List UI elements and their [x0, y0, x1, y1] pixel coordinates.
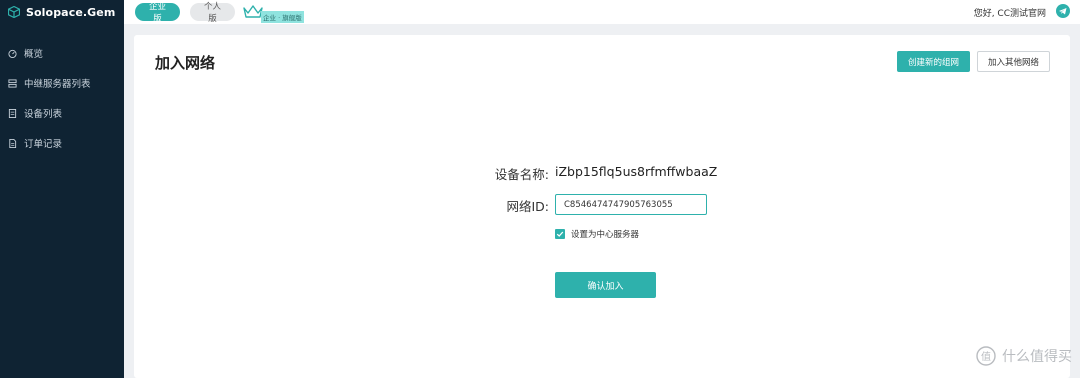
- svg-text:值: 值: [981, 350, 991, 363]
- join-other-network-button[interactable]: 加入其他网络: [977, 51, 1050, 72]
- sidebar-item-devices[interactable]: 设备列表: [0, 98, 124, 128]
- top-bar: 企业版 个人版 企业 · 旗舰版 您好, CC测试官网: [124, 0, 1080, 24]
- center-server-label: 设置为中心服务器: [571, 230, 640, 240]
- device-list-icon: [8, 108, 17, 118]
- sidebar-item-overview[interactable]: 概览: [0, 38, 124, 68]
- relay-server-icon: [8, 78, 17, 88]
- sidebar-nav: 概览 中继服务器列表 设备列表 订单记录: [0, 38, 124, 158]
- sidebar-item-label: 中继服务器列表: [24, 79, 91, 90]
- network-id-input[interactable]: [555, 194, 707, 215]
- device-name-label: 设备名称:: [494, 167, 549, 182]
- dashboard-icon: [8, 49, 17, 58]
- sidebar-item-label: 概览: [24, 49, 44, 60]
- network-id-label: 网络ID:: [506, 199, 549, 214]
- check-icon: [556, 231, 564, 237]
- brand[interactable]: Solopace.Gem: [0, 0, 124, 24]
- crown-icon: [243, 5, 263, 18]
- watermark-text: 什么值得买: [1002, 349, 1072, 365]
- order-record-icon: [9, 138, 17, 148]
- sidebar-item-label: 设备列表: [24, 109, 63, 120]
- sidebar-item-label: 订单记录: [24, 139, 63, 150]
- tab-personal[interactable]: 个人版: [190, 2, 235, 24]
- center-server-checkbox[interactable]: [555, 229, 565, 239]
- user-greeting[interactable]: 您好, CC测试官网: [974, 0, 1046, 24]
- device-name-value: iZbp15flq5us8rfmffwbaaZ: [555, 164, 718, 179]
- brand-name: Solopace.Gem: [26, 5, 116, 19]
- cube-logo-icon: [8, 6, 20, 18]
- watermark: 值 什么值得买: [976, 346, 1072, 366]
- page-title: 加入网络: [155, 54, 216, 72]
- create-network-button[interactable]: 创建新的组网: [897, 51, 970, 72]
- center-server-checkbox-row[interactable]: 设置为中心服务器: [555, 228, 639, 240]
- sidebar: Solopace.Gem 概览 中继服务器列表 设备列表 订单记录: [0, 0, 124, 378]
- join-network-card: 加入网络 创建新的组网 加入其他网络 设备名称: iZbp15flq5us8rf…: [134, 35, 1070, 378]
- tab-enterprise[interactable]: 企业版: [135, 2, 180, 24]
- telegram-icon[interactable]: [1056, 4, 1070, 18]
- confirm-join-button[interactable]: 确认加入: [555, 272, 656, 298]
- plan-badge: 企业 · 旗舰版: [243, 1, 304, 23]
- plan-badge-label: 企业 · 旗舰版: [261, 11, 304, 23]
- watermark-logo-icon: 值: [976, 346, 996, 366]
- sidebar-item-relay-servers[interactable]: 中继服务器列表: [0, 68, 124, 98]
- sidebar-item-orders[interactable]: 订单记录: [0, 128, 124, 158]
